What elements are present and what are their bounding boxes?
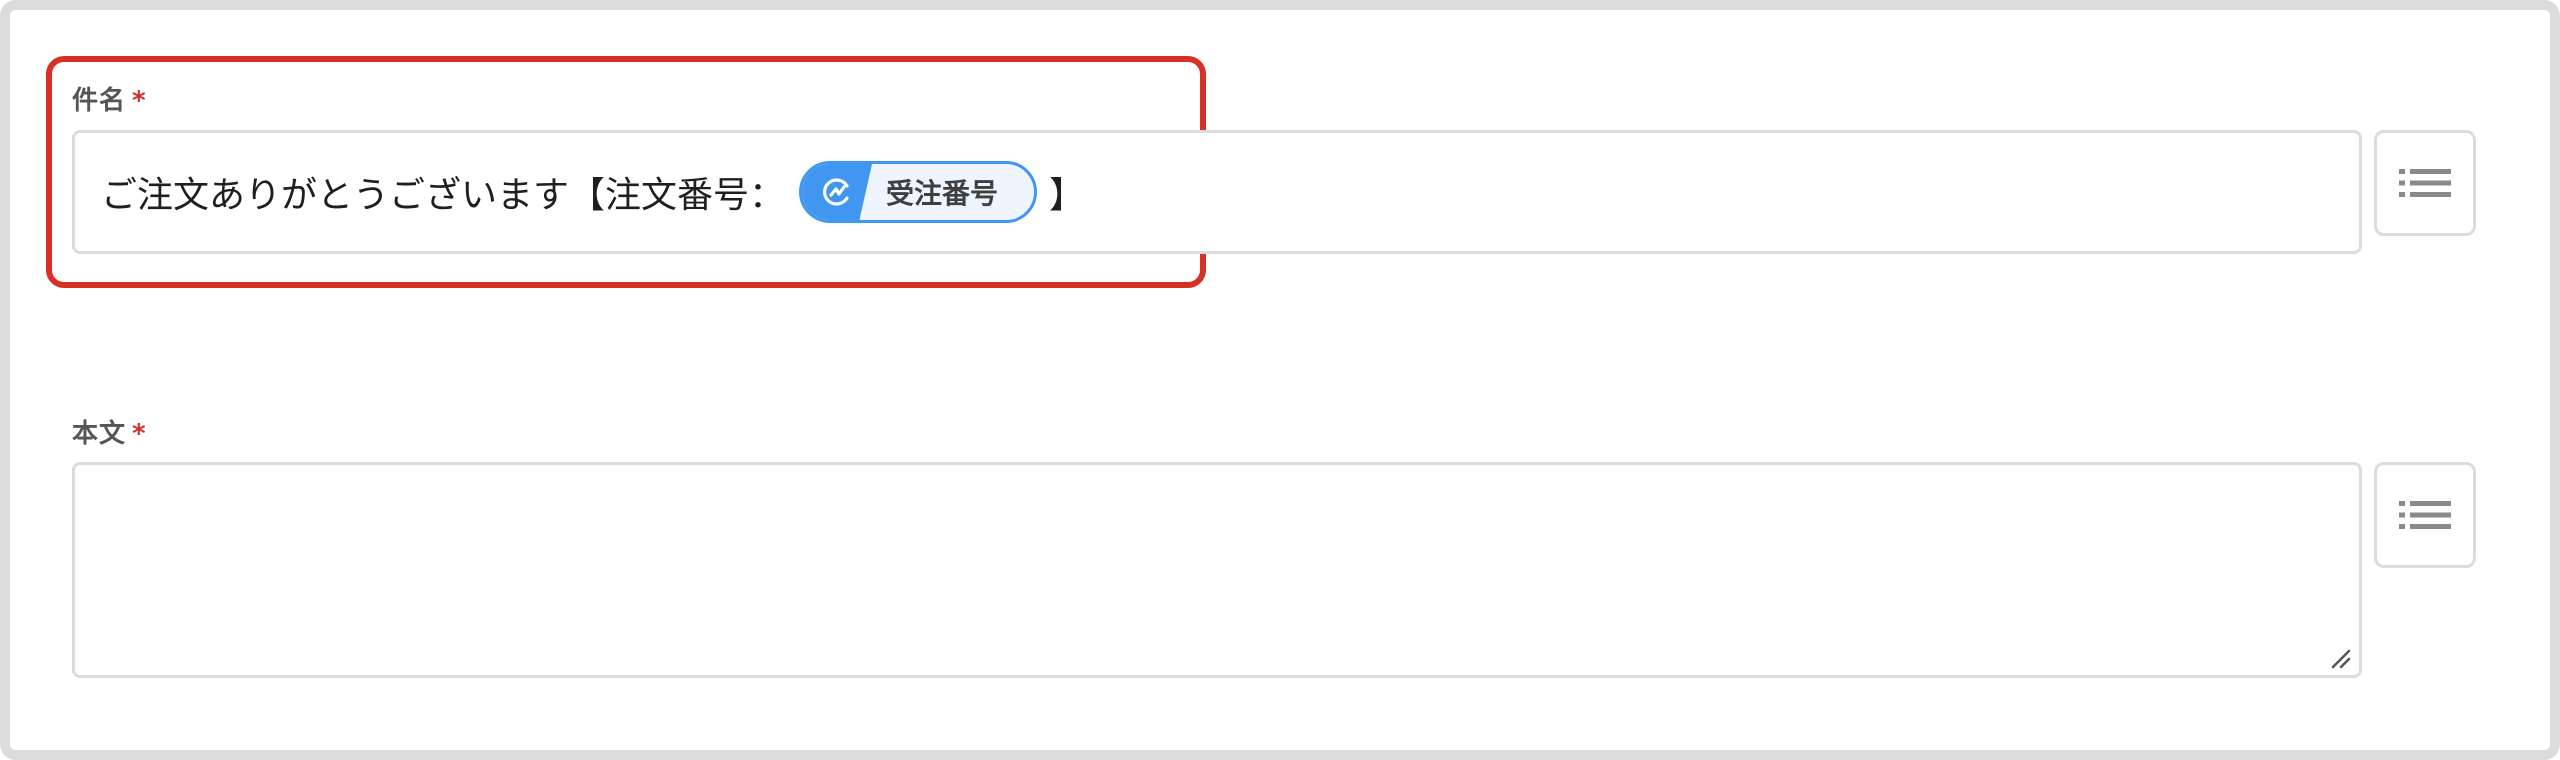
subject-insert-variable-button[interactable] (2374, 130, 2476, 236)
resize-handle-icon[interactable] (2329, 647, 2351, 669)
variable-chip-label: 受注番号 (886, 177, 999, 210)
variable-chip-order-number[interactable]: 受注番号 (799, 161, 1038, 223)
subject-text-after: 】 (1049, 175, 1086, 216)
list-icon (2399, 501, 2451, 529)
required-mark: * (132, 86, 147, 116)
variable-icon (802, 164, 873, 220)
subject-label-text: 件名 (72, 86, 127, 116)
subject-text-before: ご注文ありがとうございます【注文番号： (101, 175, 786, 216)
subject-input[interactable]: ご注文ありがとうございます【注文番号： 受注番号 】 (72, 130, 2362, 254)
body-label: 本文 * (72, 413, 147, 450)
body-insert-variable-button[interactable] (2374, 462, 2476, 568)
body-textarea[interactable] (72, 462, 2362, 678)
required-mark: * (132, 419, 147, 449)
subject-label: 件名 * (72, 80, 147, 117)
body-label-text: 本文 (72, 419, 127, 449)
list-icon (2399, 169, 2451, 197)
